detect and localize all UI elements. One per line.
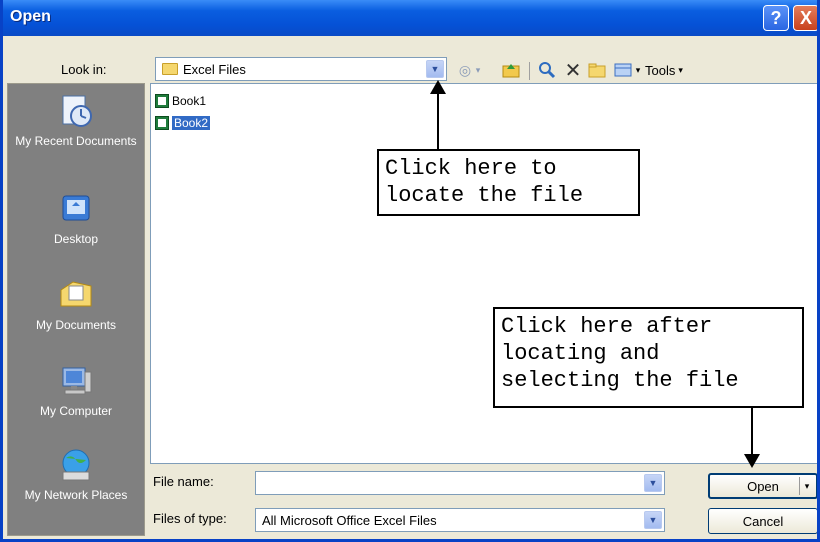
tools-dropdown-icon: ▾ xyxy=(678,64,683,75)
files-of-type-dropdown[interactable]: All Microsoft Office Excel Files ▼ xyxy=(255,508,665,532)
back-dropdown-icon[interactable]: ▾ xyxy=(473,60,483,80)
views-dropdown-icon[interactable]: ▾ xyxy=(633,60,643,80)
open-button-label: Open xyxy=(747,478,779,494)
place-my-computer[interactable]: My Computer xyxy=(8,362,144,419)
open-dialog: Open ? X Look in: Excel Files ▼ ◎ ▾ ✕ ▾ … xyxy=(0,0,820,542)
places-bar: My Recent Documents Desktop My Documents… xyxy=(7,83,145,536)
desktop-icon xyxy=(57,190,95,228)
excel-file-icon xyxy=(155,116,169,130)
arrowhead-up-icon xyxy=(430,80,446,94)
file-name: Book2 xyxy=(172,116,211,130)
place-my-recent-documents[interactable]: My Recent Documents xyxy=(8,92,144,149)
look-in-dropdown[interactable]: Excel Files ▼ xyxy=(155,57,447,81)
tools-label: Tools xyxy=(645,62,676,78)
files-of-type-value: All Microsoft Office Excel Files xyxy=(262,513,437,528)
window-title: Open xyxy=(10,8,51,25)
chevron-down-icon[interactable]: ▼ xyxy=(426,60,444,78)
toolbar-separator xyxy=(529,62,530,80)
place-my-documents[interactable]: My Documents xyxy=(8,276,144,333)
close-button[interactable]: X xyxy=(793,5,817,31)
file-item-book1[interactable]: Book1 xyxy=(155,92,206,110)
excel-file-icon xyxy=(155,94,169,108)
recent-documents-icon xyxy=(57,92,95,130)
folder-icon xyxy=(162,63,178,75)
arrowhead-down-icon xyxy=(744,454,760,468)
place-label: My Recent Documents xyxy=(15,134,137,148)
views-icon[interactable] xyxy=(613,60,633,80)
cancel-button[interactable]: Cancel xyxy=(708,508,817,534)
place-desktop[interactable]: Desktop xyxy=(8,190,144,247)
network-places-icon xyxy=(57,446,95,484)
tools-menu[interactable]: Tools ▾ xyxy=(645,60,709,80)
help-icon: ? xyxy=(770,7,782,28)
file-name-input[interactable]: ▼ xyxy=(255,471,665,495)
place-label: Desktop xyxy=(53,232,99,246)
place-my-network-places[interactable]: My Network Places xyxy=(8,446,144,503)
place-label: My Documents xyxy=(35,318,117,332)
open-button[interactable]: Open ▾ xyxy=(708,473,817,499)
search-web-icon[interactable] xyxy=(537,60,557,80)
new-folder-icon[interactable] xyxy=(587,60,607,80)
callout-arrow-open xyxy=(751,408,753,456)
delete-icon[interactable]: ✕ xyxy=(563,60,583,82)
open-dropdown-icon[interactable]: ▾ xyxy=(799,477,814,495)
chevron-down-icon[interactable]: ▼ xyxy=(644,511,662,529)
my-documents-icon xyxy=(57,276,95,314)
cancel-button-label: Cancel xyxy=(742,513,784,529)
place-label: My Computer xyxy=(39,404,113,418)
back-icon[interactable]: ◎ xyxy=(455,60,475,80)
title-bar[interactable]: Open ? X xyxy=(3,0,817,36)
files-of-type-label: Files of type: xyxy=(153,511,227,526)
place-label: My Network Places xyxy=(24,488,128,502)
callout-open-file: Click here after locating and selecting … xyxy=(493,307,804,408)
chevron-down-icon[interactable]: ▼ xyxy=(644,474,662,492)
callout-arrow-locate xyxy=(437,92,439,152)
my-computer-icon xyxy=(57,362,95,400)
up-folder-icon[interactable] xyxy=(501,60,521,80)
file-item-book2[interactable]: Book2 xyxy=(155,114,211,132)
look-in-value: Excel Files xyxy=(183,62,246,77)
file-name: Book1 xyxy=(172,94,207,108)
callout-locate-file: Click here to locate the file xyxy=(377,149,640,216)
look-in-label: Look in: xyxy=(61,62,107,77)
close-icon: X xyxy=(799,7,812,28)
help-button[interactable]: ? xyxy=(763,5,789,31)
file-name-label: File name: xyxy=(153,474,214,489)
